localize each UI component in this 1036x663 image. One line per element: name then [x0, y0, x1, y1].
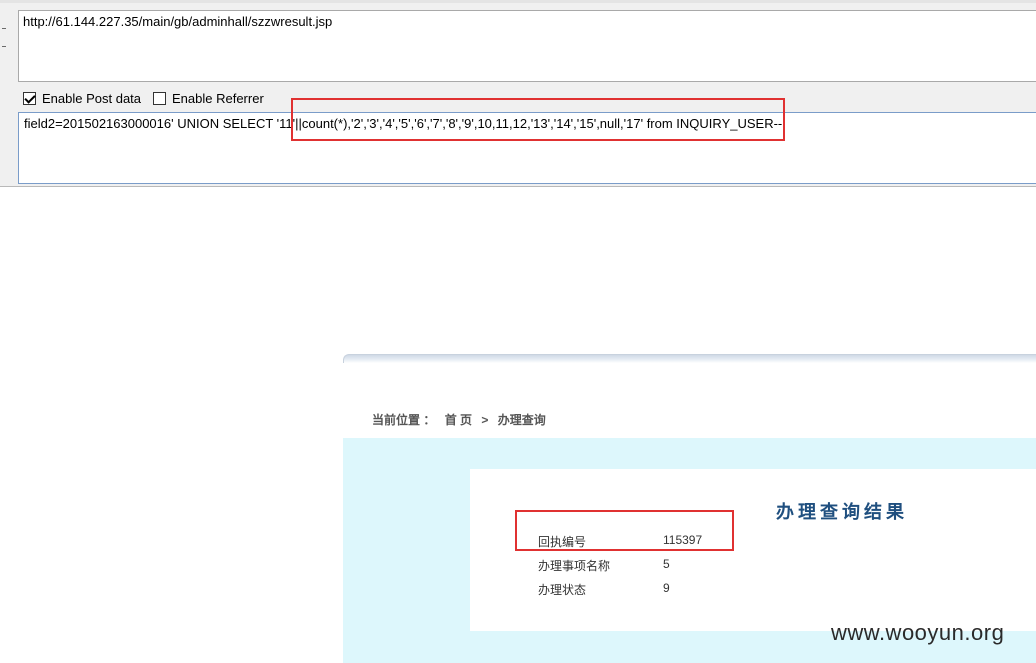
- url-input[interactable]: http://61.144.227.35/main/gb/adminhall/s…: [18, 10, 1036, 82]
- result-card: [470, 469, 1036, 631]
- panel-left-mark: [2, 46, 6, 47]
- receipt-number-value: 115397: [663, 533, 703, 547]
- breadcrumb-label: 当前位置 ：: [372, 413, 436, 427]
- result-title: 办理查询结果: [776, 502, 908, 522]
- screenshot-root: http://61.144.227.35/main/gb/adminhall/s…: [0, 0, 1036, 663]
- status-label: 办理状态: [538, 583, 587, 597]
- panel-top-line: [0, 0, 1036, 3]
- item-name-label: 办理事项名称: [538, 559, 611, 573]
- hackbar-panel: http://61.144.227.35/main/gb/adminhall/s…: [0, 0, 1036, 187]
- enable-post-data-label: Enable Post data: [42, 90, 142, 106]
- watermark: www.wooyun.org: [831, 620, 1005, 645]
- status-value: 9: [663, 581, 670, 595]
- enable-referrer-label: Enable Referrer: [172, 90, 264, 106]
- breadcrumb-current: 办理查询: [497, 413, 546, 427]
- enable-post-data-option[interactable]: Enable Post data: [23, 90, 141, 106]
- enable-referrer-option[interactable]: Enable Referrer: [153, 90, 264, 106]
- enable-referrer-checkbox[interactable]: [153, 91, 166, 105]
- result-page: 当前位置 ： 首 页 > 办理查询 办理查询结果 回执编号 115397 办理事…: [343, 354, 1036, 663]
- breadcrumb-home-link[interactable]: 首 页: [445, 413, 472, 427]
- post-data-input[interactable]: field2=201502163000016' UNION SELECT '11…: [18, 112, 1036, 184]
- page-top-border: [343, 354, 1036, 363]
- receipt-number-label: 回执编号: [538, 535, 587, 549]
- enable-post-data-checkbox[interactable]: [23, 91, 36, 105]
- breadcrumb-separator: >: [481, 413, 489, 427]
- item-name-value: 5: [663, 557, 670, 571]
- breadcrumb: 当前位置 ： 首 页 > 办理查询: [372, 411, 552, 428]
- panel-left-mark: [2, 28, 6, 29]
